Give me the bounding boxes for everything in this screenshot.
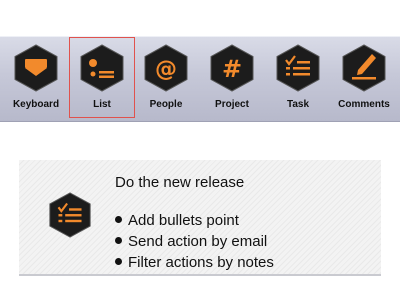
svg-text:#: # [222,55,242,83]
keyboard-icon [14,44,58,92]
comments-tool-button[interactable]: Comments [331,41,397,115]
bullet-text: Add bullets point [128,212,239,229]
bullet-icon [115,237,122,244]
bullet-icon [115,258,122,265]
list-item: Send action by email [115,231,274,252]
task-tool-button[interactable]: Task [265,41,331,115]
people-label: People [149,99,183,110]
list-item: Filter actions by notes [115,252,274,273]
list-item: Add bullets point [115,210,274,231]
toolbar: Keyboard List @ People # Project Task Co… [0,36,400,122]
card-title: Do the new release [115,174,245,191]
bullet-icon [115,216,122,223]
bullet-text: Send action by email [128,233,268,250]
keyboard-label: Keyboard [12,99,60,110]
people-tool-button[interactable]: @ People [133,41,199,115]
pencil-icon [342,44,386,92]
list-tool-button[interactable]: List [69,37,135,118]
project-tool-button[interactable]: # Project [199,41,265,115]
bullet-text: Filter actions by notes [128,254,274,271]
project-label: Project [215,99,249,110]
keyboard-tool-button[interactable]: Keyboard [3,41,69,115]
svg-text:@: @ [155,57,177,82]
list-icon [80,44,124,92]
comments-label: Comments [338,99,390,110]
checklist-icon [276,44,320,92]
bullet-list: Add bullets point Send action by email F… [115,210,274,273]
list-label: List [93,99,111,110]
task-card: Do the new release Add bullets point Sen… [19,160,381,276]
hash-icon: # [210,44,254,92]
at-sign-icon: @ [144,44,188,92]
checklist-icon [49,192,91,238]
task-label: Task [286,99,310,110]
